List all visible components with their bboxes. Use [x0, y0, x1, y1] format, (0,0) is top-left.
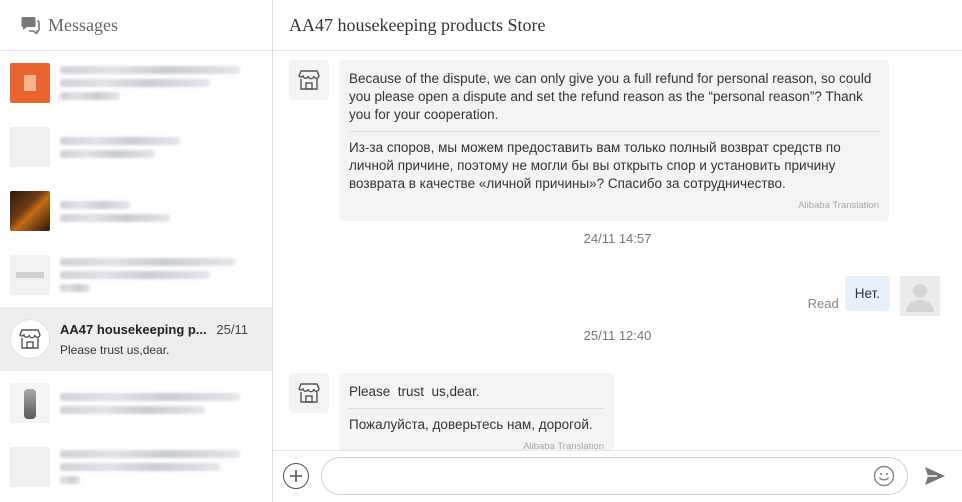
store-avatar [289, 373, 329, 413]
messages-icon [21, 17, 40, 34]
message-bubble: Please trust us,dear. Пожалуйста, доверь… [339, 373, 614, 450]
message-translation: Пожалуйста, доверьтесь нам, дорогой. [349, 417, 593, 432]
blurred-preview [60, 132, 272, 163]
message-bubble-me: Нет. [844, 276, 890, 311]
translation-tag: Alibaba Translation [798, 200, 879, 211]
conversation-item[interactable] [0, 435, 272, 499]
conversation-item[interactable] [0, 179, 272, 243]
divider [349, 408, 604, 409]
store-icon [298, 70, 320, 90]
avatar [10, 63, 50, 103]
store-icon [19, 329, 41, 349]
avatar [10, 191, 50, 231]
timestamp: 25/11 12:40 [583, 328, 652, 343]
chat-panel: AA47 housekeeping products Store Because… [273, 0, 962, 502]
avatar [10, 127, 50, 167]
chat-title: AA47 housekeeping products Store [289, 14, 546, 35]
plus-icon [290, 470, 302, 482]
user-icon [906, 284, 934, 312]
blurred-preview [60, 445, 272, 489]
blurred-preview [60, 61, 272, 105]
message-bubble: Because of the dispute, we can only give… [339, 60, 889, 221]
conversation-item[interactable] [0, 371, 272, 435]
conversation-text: AA47 housekeeping p... 25/11 Please trus… [60, 322, 272, 357]
message-input[interactable] [336, 458, 866, 494]
conversation-date: 25/11 [216, 321, 248, 337]
conversation-item[interactable] [0, 51, 272, 115]
read-status: Read [807, 296, 839, 311]
emoji-icon[interactable] [873, 465, 895, 487]
send-icon[interactable] [924, 466, 946, 486]
message-row-me: Read Нет. [808, 276, 940, 316]
message-input-box [321, 457, 908, 495]
message-thread[interactable]: Because of the dispute, we can only give… [273, 51, 962, 450]
user-avatar [900, 276, 940, 316]
conversation-item[interactable] [0, 243, 272, 307]
sidebar-title: Messages [48, 14, 118, 35]
conversation-item-active[interactable]: AA47 housekeeping p... 25/11 Please trus… [0, 307, 272, 371]
sidebar: Messages AA47 housekeeping p... 25/11 Pl… [0, 0, 273, 502]
message-translation: Из-за споров, мы можем предоставить вам … [349, 140, 841, 191]
conversation-item[interactable] [0, 115, 272, 179]
blurred-preview [60, 196, 272, 227]
avatar [10, 383, 50, 423]
avatar [10, 255, 50, 295]
blurred-preview [60, 388, 272, 419]
translation-tag: Alibaba Translation [523, 441, 604, 450]
message-text: Because of the dispute, we can only give… [349, 71, 872, 122]
message-row-store: Because of the dispute, we can only give… [289, 60, 889, 221]
store-avatar [10, 319, 50, 359]
store-icon [298, 383, 320, 403]
timestamp: 24/11 14:57 [583, 231, 652, 246]
store-avatar [289, 60, 329, 100]
sidebar-header: Messages [0, 0, 272, 51]
blurred-preview [60, 253, 272, 297]
message-text: Please trust us,dear. [349, 384, 480, 399]
conversation-name: AA47 housekeeping p... [60, 321, 207, 337]
add-attachment-button[interactable] [283, 463, 309, 489]
message-row-store: Please trust us,dear. Пожалуйста, доверь… [289, 373, 614, 450]
chat-header: AA47 housekeeping products Store [273, 0, 962, 51]
conversation-list[interactable]: AA47 housekeeping p... 25/11 Please trus… [0, 51, 272, 502]
divider [349, 131, 879, 132]
composer [273, 450, 962, 502]
avatar [10, 447, 50, 487]
conversation-preview: Please trust us,dear. [60, 342, 170, 357]
